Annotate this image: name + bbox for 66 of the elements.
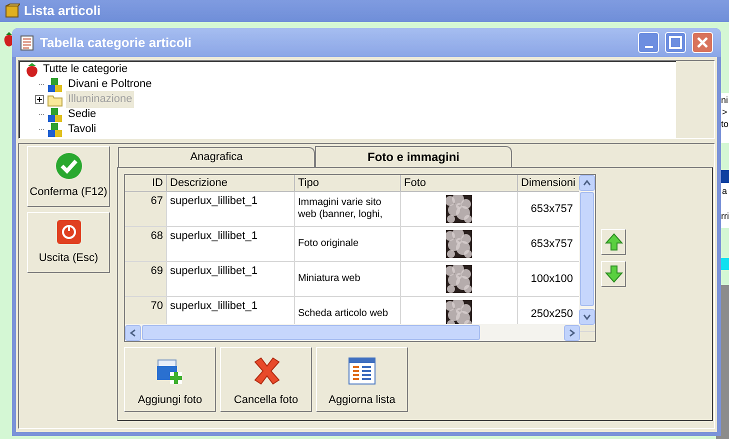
side-button[interactable]: Uscita (Esc) xyxy=(27,212,110,273)
table-cell: superlux_lillibet_1 xyxy=(170,195,258,207)
scroll-thumb[interactable] xyxy=(142,325,480,340)
horizontal-scrollbar[interactable] xyxy=(125,324,580,341)
table-cell: superlux_lillibet_1 xyxy=(170,300,258,312)
maximize-icon xyxy=(669,36,682,49)
table-cell: 68 xyxy=(150,230,163,242)
table-window-icon xyxy=(347,356,377,386)
table-cell: 69 xyxy=(150,265,163,277)
cubes-icon xyxy=(47,122,63,137)
arrow-up-icon xyxy=(604,233,622,251)
scroll-down-icon xyxy=(579,309,595,325)
action-button[interactable]: Cancella foto xyxy=(220,347,312,412)
table-cell: Foto originale xyxy=(298,238,359,250)
table-cell-text: 100x100 xyxy=(530,272,573,287)
table-cell-text: 250x250 xyxy=(530,306,573,322)
tab[interactable]: Anagrafica xyxy=(118,147,315,167)
table-cell: superlux_lillibet_1 xyxy=(170,230,258,242)
list-icon xyxy=(20,34,34,50)
edge-text: ni xyxy=(721,95,728,106)
edge-text: rri xyxy=(721,211,729,222)
scroll-thumb[interactable] xyxy=(580,192,594,306)
edge-text: > xyxy=(722,107,728,118)
column-header[interactable]: Descrizione xyxy=(167,175,295,191)
side-button[interactable]: Conferma (F12) xyxy=(27,146,110,207)
table-cell-text: 653x757 xyxy=(530,202,573,217)
minimize-button[interactable] xyxy=(638,32,659,53)
box-icon xyxy=(4,3,20,19)
dialog-title: Tabella categorie articoli xyxy=(40,34,192,52)
move-down-button[interactable] xyxy=(601,261,626,287)
tree-item[interactable]: Tutte le categorie xyxy=(43,62,128,78)
table-cell-text: Immagini varie sito web (banner, loghi, xyxy=(298,197,384,221)
column-header[interactable]: ID xyxy=(125,175,167,191)
close-button[interactable] xyxy=(692,32,713,53)
tree-item[interactable]: Tavoli xyxy=(66,121,98,138)
tab[interactable]: Foto e immagini xyxy=(315,146,512,167)
scroll-up-icon xyxy=(579,175,595,191)
arrow-down-icon xyxy=(604,265,622,283)
expand-icon[interactable] xyxy=(35,95,44,104)
maximize-button[interactable] xyxy=(665,32,686,53)
minimize-icon xyxy=(644,46,652,48)
scroll-left-icon xyxy=(125,324,141,340)
table-cell: Scheda articolo web xyxy=(298,308,388,320)
power-icon xyxy=(54,218,82,246)
check-icon xyxy=(54,152,82,180)
scroll-right-icon xyxy=(564,324,580,340)
edge-text: a xyxy=(722,186,728,197)
move-up-button[interactable] xyxy=(601,229,626,255)
column-header[interactable]: Tipo xyxy=(295,175,401,191)
table-cell-text: 653x757 xyxy=(530,236,573,252)
cubes-icon xyxy=(47,77,63,92)
edge-text: to xyxy=(721,119,729,130)
strawberry-icon xyxy=(24,62,40,78)
table-cell: 67 xyxy=(150,195,163,207)
table-cell: Miniatura web xyxy=(298,273,360,285)
action-button[interactable]: Aggiorna lista xyxy=(316,347,408,412)
column-header[interactable]: Foto xyxy=(401,175,518,191)
cubes-icon xyxy=(47,107,63,122)
tree-item[interactable]: Sedie xyxy=(66,106,98,123)
action-button[interactable]: Aggiungi foto xyxy=(124,347,216,412)
close-icon xyxy=(697,37,708,48)
table-cell: 70 xyxy=(150,300,163,312)
window-title: Lista articoli xyxy=(24,2,101,20)
table-cell: superlux_lillibet_1 xyxy=(170,265,258,277)
tree-item[interactable]: Divani e Poltrone xyxy=(66,76,154,93)
vertical-scrollbar[interactable] xyxy=(579,175,595,325)
